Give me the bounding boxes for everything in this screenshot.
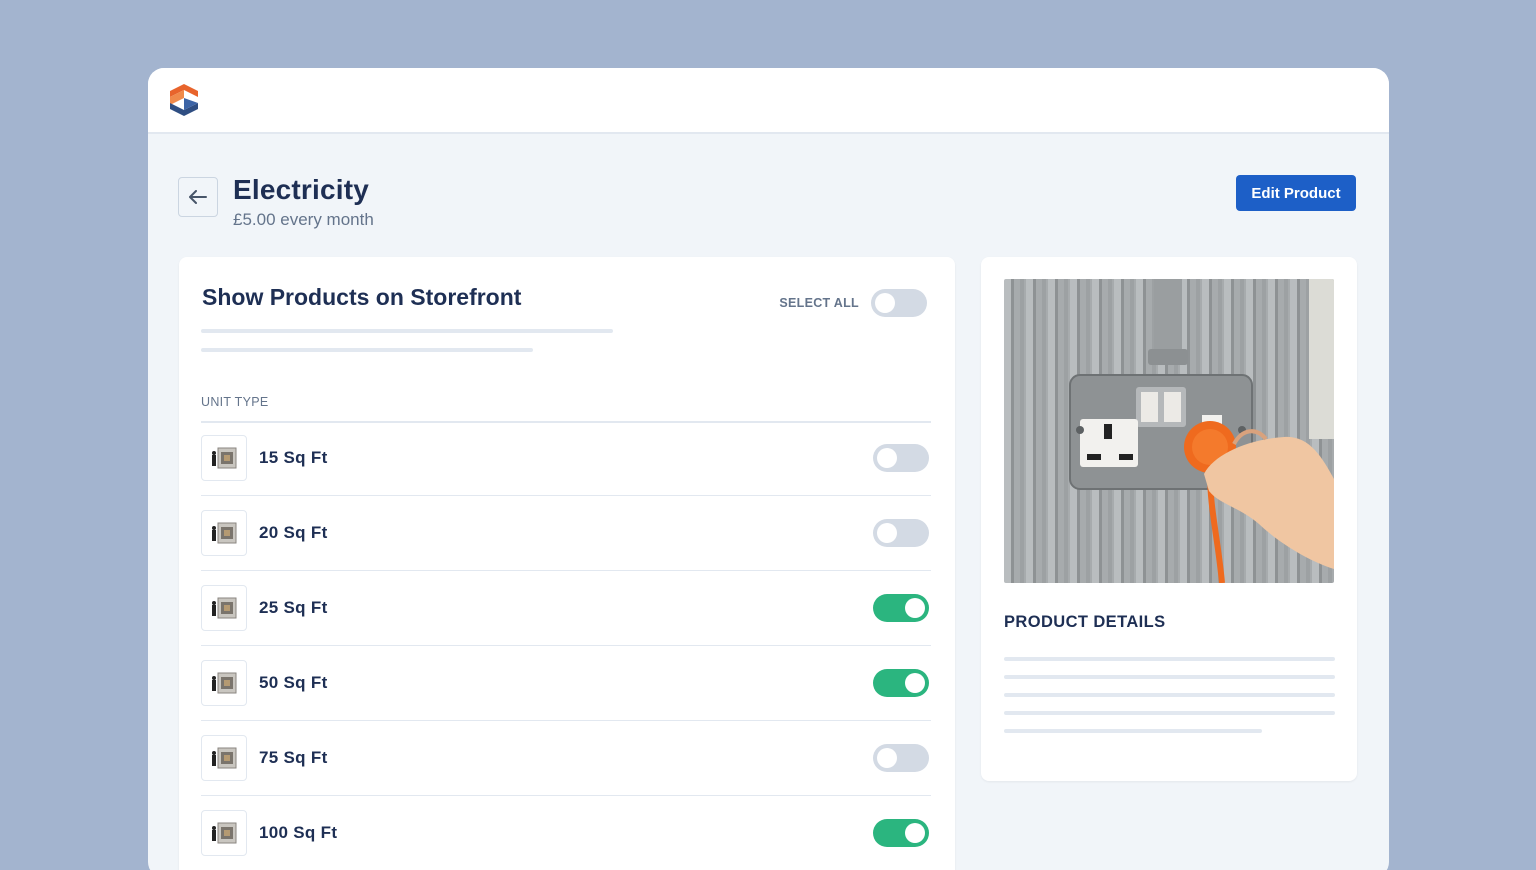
toggle-knob [877, 448, 897, 468]
socket-plug-photo-icon [1004, 279, 1334, 583]
back-button[interactable] [178, 177, 218, 217]
details-placeholder-line [1004, 675, 1335, 679]
details-placeholder-line [1004, 693, 1335, 697]
storefront-title: Show Products on Storefront [202, 284, 522, 310]
select-all-toggle[interactable] [871, 289, 927, 317]
unit-row: 100 Sq Ft [201, 796, 931, 870]
toggle-knob [905, 673, 925, 693]
unit-row: 15 Sq Ft [201, 421, 931, 496]
unit-visibility-toggle[interactable] [873, 519, 929, 547]
unit-visibility-toggle[interactable] [873, 819, 929, 847]
unit-visibility-toggle[interactable] [873, 744, 929, 772]
toggle-knob [875, 293, 895, 313]
edit-product-button[interactable]: Edit Product [1236, 175, 1356, 211]
product-details-card: PRODUCT DETAILS [981, 257, 1357, 781]
description-placeholder-line [201, 348, 533, 352]
select-all-label: SELECT ALL [779, 296, 859, 310]
unit-list: 15 Sq Ft 20 Sq Ft 25 Sq Ft 50 Sq Ft 75 Sq Ft… [201, 421, 931, 870]
unit-label: 15 Sq Ft [259, 448, 328, 467]
unit-thumbnail [201, 810, 247, 856]
unit-thumbnail [201, 435, 247, 481]
unit-visibility-toggle[interactable] [873, 444, 929, 472]
product-price: £5.00 every month [233, 210, 374, 229]
unit-thumbnail [201, 510, 247, 556]
unit-visibility-toggle[interactable] [873, 669, 929, 697]
unit-row: 75 Sq Ft [201, 721, 931, 796]
toggle-knob [905, 823, 925, 843]
toggle-knob [877, 748, 897, 768]
product-details-title: PRODUCT DETAILS [1004, 613, 1166, 631]
brand-logo-icon[interactable] [168, 83, 200, 117]
unit-row: 50 Sq Ft [201, 646, 931, 721]
details-placeholder-line [1004, 729, 1262, 733]
storefront-card: Show Products on Storefront SELECT ALL U… [179, 257, 955, 870]
unit-thumbnail [201, 660, 247, 706]
product-image [1004, 279, 1334, 583]
select-all-control: SELECT ALL [779, 289, 927, 317]
unit-thumbnail [201, 585, 247, 631]
unit-label: 25 Sq Ft [259, 598, 328, 617]
unit-label: 100 Sq Ft [259, 823, 338, 842]
unit-type-column-header: UNIT TYPE [201, 395, 931, 423]
toggle-knob [877, 523, 897, 543]
unit-label: 75 Sq Ft [259, 748, 328, 767]
description-placeholder-line [201, 329, 613, 333]
unit-row: 25 Sq Ft [201, 571, 931, 646]
unit-label: 20 Sq Ft [259, 523, 328, 542]
details-placeholder-line [1004, 711, 1335, 715]
page-header: Electricity £5.00 every month [178, 174, 374, 230]
details-placeholder-line [1004, 657, 1335, 661]
unit-visibility-toggle[interactable] [873, 594, 929, 622]
arrow-left-icon [189, 190, 207, 204]
unit-label: 50 Sq Ft [259, 673, 328, 692]
unit-row: 20 Sq Ft [201, 496, 931, 571]
app-window: Electricity £5.00 every month Edit Produ… [148, 68, 1389, 870]
top-bar [148, 68, 1389, 134]
unit-thumbnail [201, 735, 247, 781]
page-title: Electricity [233, 174, 370, 205]
toggle-knob [905, 598, 925, 618]
